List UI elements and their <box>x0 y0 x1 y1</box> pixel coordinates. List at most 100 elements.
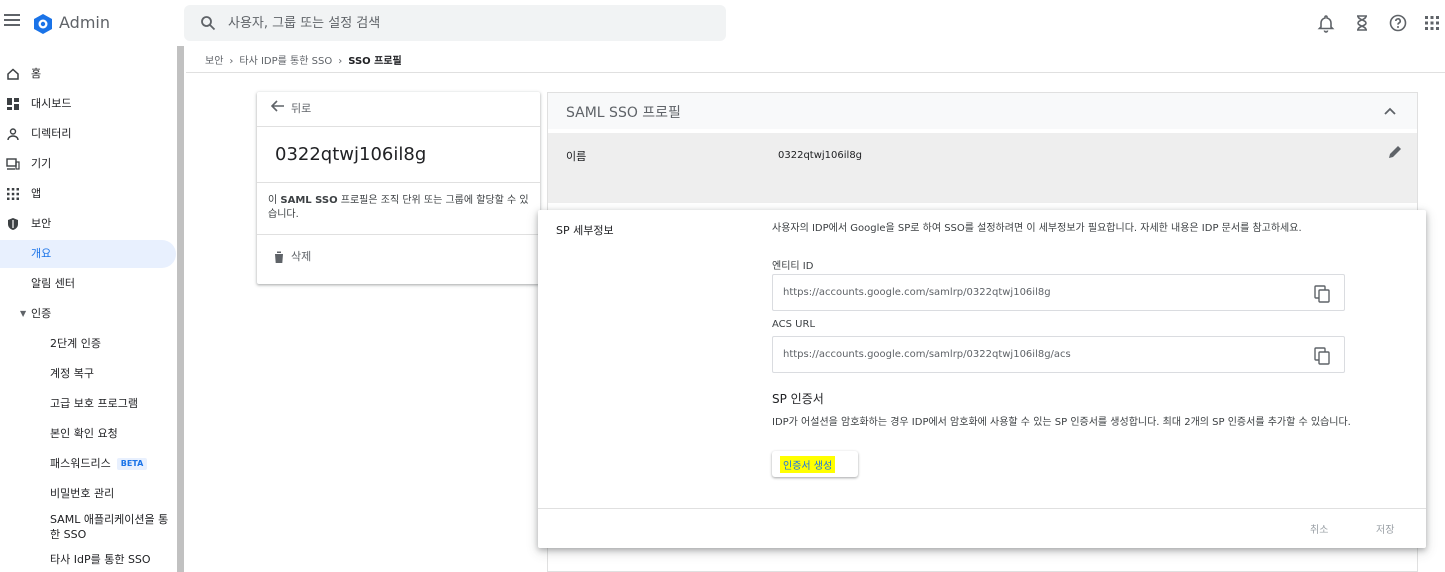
name-value: 0322qtwj106il8g <box>778 150 863 161</box>
person-icon <box>7 128 19 141</box>
copy-icon[interactable] <box>1314 285 1330 303</box>
divider <box>186 72 1445 73</box>
sidebar-item-label: 대시보드 <box>31 97 72 110</box>
sidebar-item-passwordless[interactable]: 패스워드리스 BETA <box>0 450 176 478</box>
apps-grid-icon <box>7 188 19 200</box>
back-label: 뒤로 <box>291 102 312 115</box>
breadcrumb: 보안 › 타사 IDP를 통한 SSO › SSO 프로필 <box>205 52 402 67</box>
sidebar-item-2sv[interactable]: 2단계 인증 <box>0 330 176 358</box>
apps-grid-icon[interactable] <box>1422 13 1442 33</box>
breadcrumb-current: SSO 프로필 <box>348 56 402 67</box>
sidebar-item-authentication[interactable]: ▼ 인증 <box>0 300 176 328</box>
profile-summary-card: 뒤로 0322qtwj106il8g 이 SAML SSO 프로필은 조직 단위… <box>257 92 540 284</box>
breadcrumb-third-party-sso[interactable]: 타사 IDP를 통한 SSO <box>239 56 332 67</box>
sidebar-item-label: 타사 IdP를 통한 SSO <box>50 553 151 566</box>
search-bar[interactable] <box>184 5 726 41</box>
devices-icon <box>6 158 20 170</box>
acs-url-value: https://accounts.google.com/samlrp/0322q… <box>783 349 1071 360</box>
passwordless-label: 패스워드리스 <box>50 457 111 470</box>
sidebar-item-third-party-idp-sso[interactable]: 타사 IdP를 통한 SSO <box>0 546 176 572</box>
sidebar-item-dashboard[interactable]: 대시보드 <box>0 90 176 118</box>
profile-name: 0322qtwj106il8g <box>275 144 427 165</box>
sidebar-item-security[interactable]: 보안 <box>0 210 176 238</box>
chevron-right-icon: › <box>338 56 343 67</box>
sidebar-item-label: 개요 <box>31 247 52 260</box>
copy-icon[interactable] <box>1314 347 1330 365</box>
profile-description: 이 SAML SSO 프로필은 조직 단위 또는 그룹에 할당할 수 있습니다. <box>268 195 529 220</box>
menu-icon[interactable] <box>4 14 20 28</box>
sp-certificate-description: IDP가 어설션을 암호화하는 경우 IDP에서 암호화에 사용할 수 있는 S… <box>772 417 1351 428</box>
sp-certificate-title: SP 인증서 <box>772 392 824 406</box>
sidebar-item-directory[interactable]: 디렉터리 <box>0 120 176 148</box>
sidebar-item-overview[interactable]: 개요 <box>0 240 176 268</box>
search-input[interactable] <box>228 5 708 41</box>
sidebar-item-account-recovery[interactable]: 계정 복구 <box>0 360 176 388</box>
generate-certificate-button[interactable]: 인증서 생성 <box>772 451 858 477</box>
help-icon[interactable] <box>1388 13 1408 33</box>
sp-details-card: SP 세부정보 사용자의 IDP에서 Google을 SP로 하여 SSO를 설… <box>538 210 1426 548</box>
sidebar-item-label: 디렉터리 <box>31 127 72 140</box>
cancel-button[interactable]: 취소 <box>1310 521 1328 536</box>
divider <box>257 234 540 235</box>
sidebar-item-label: SAML 애플리케이션을 통한 SSO <box>50 513 169 541</box>
admin-logo-icon <box>34 14 52 34</box>
sidebar-item-label: 앱 <box>31 187 42 200</box>
divider <box>538 508 1426 509</box>
sidebar-item-saml-apps-sso[interactable]: SAML 애플리케이션을 통한 SSO <box>0 512 176 544</box>
app-title: Admin <box>59 13 110 32</box>
top-bar: Admin <box>0 0 1445 46</box>
name-label: 이름 <box>566 150 587 163</box>
sidebar-item-label: 홈 <box>31 67 42 80</box>
chevron-up-icon[interactable] <box>1383 104 1397 118</box>
sidebar-item-label: 기기 <box>31 157 52 170</box>
sidebar-item-label: 인증 <box>31 307 52 320</box>
caret-down-icon: ▼ <box>20 309 27 318</box>
entity-id-field: https://accounts.google.com/samlrp/0322q… <box>772 274 1345 311</box>
sidebar-item-apps[interactable]: 앱 <box>0 180 176 208</box>
chevron-right-icon: › <box>229 56 234 67</box>
delete-label: 삭제 <box>291 250 312 263</box>
sidebar-item-label: 알림 센터 <box>31 277 75 290</box>
bell-icon[interactable] <box>1316 13 1336 33</box>
sidebar-item-label: 계정 복구 <box>50 367 94 380</box>
sidebar-item-password-management[interactable]: 비밀번호 관리 <box>0 480 176 508</box>
generate-certificate-label: 인증서 생성 <box>780 456 836 473</box>
sidebar-scrollbar[interactable] <box>177 46 184 572</box>
name-row: 이름 0322qtwj106il8g <box>548 133 1417 203</box>
sidebar-item-label: 패스워드리스 BETA <box>50 450 148 478</box>
sidebar-item-label: 본인 확인 요청 <box>50 427 118 440</box>
divider <box>257 182 540 183</box>
beta-badge: BETA <box>116 458 148 470</box>
sidebar-item-label: 고급 보호 프로그램 <box>50 397 138 410</box>
sidebar-item-alert-center[interactable]: 알림 센터 <box>0 270 176 298</box>
acs-url-label: ACS URL <box>772 319 816 330</box>
sidebar-item-label: 보안 <box>31 217 52 230</box>
dashboard-icon <box>7 98 19 110</box>
divider <box>257 126 540 127</box>
panel-title: SAML SSO 프로필 <box>566 105 681 121</box>
delete-button[interactable]: 삭제 <box>273 248 311 264</box>
arrow-left-icon <box>271 100 284 112</box>
sp-details-title: SP 세부정보 <box>556 224 614 237</box>
breadcrumb-security[interactable]: 보안 <box>205 56 223 67</box>
sidebar-item-label: 비밀번호 관리 <box>50 487 115 500</box>
panel-header[interactable]: SAML SSO 프로필 <box>548 93 1417 129</box>
entity-id-label: 엔티티 ID <box>772 261 814 272</box>
sidebar-item-home[interactable]: 홈 <box>0 60 176 88</box>
acs-url-field: https://accounts.google.com/samlrp/0322q… <box>772 336 1345 373</box>
sidebar: 홈 대시보드 디렉터리 기기 앱 보안 개요 알림 센터 ▼ 인증 2단계 인증… <box>0 58 176 572</box>
search-icon <box>201 16 216 31</box>
sidebar-item-advanced-protection[interactable]: 고급 보호 프로그램 <box>0 390 176 418</box>
shield-icon <box>8 218 18 230</box>
save-button[interactable]: 저장 <box>1376 521 1394 536</box>
sp-details-description: 사용자의 IDP에서 Google을 SP로 하여 SSO를 설정하려면 이 세… <box>772 223 1302 234</box>
back-button[interactable]: 뒤로 <box>271 100 311 120</box>
entity-id-value: https://accounts.google.com/samlrp/0322q… <box>783 287 1051 298</box>
sidebar-item-login-challenge[interactable]: 본인 확인 요청 <box>0 420 176 448</box>
sidebar-item-label: 2단계 인증 <box>50 337 101 350</box>
pencil-icon[interactable] <box>1387 144 1403 160</box>
sidebar-item-devices[interactable]: 기기 <box>0 150 176 178</box>
trash-icon <box>274 251 284 263</box>
hourglass-icon[interactable] <box>1352 13 1372 33</box>
profile-description-bold: SAML SSO <box>280 195 338 206</box>
